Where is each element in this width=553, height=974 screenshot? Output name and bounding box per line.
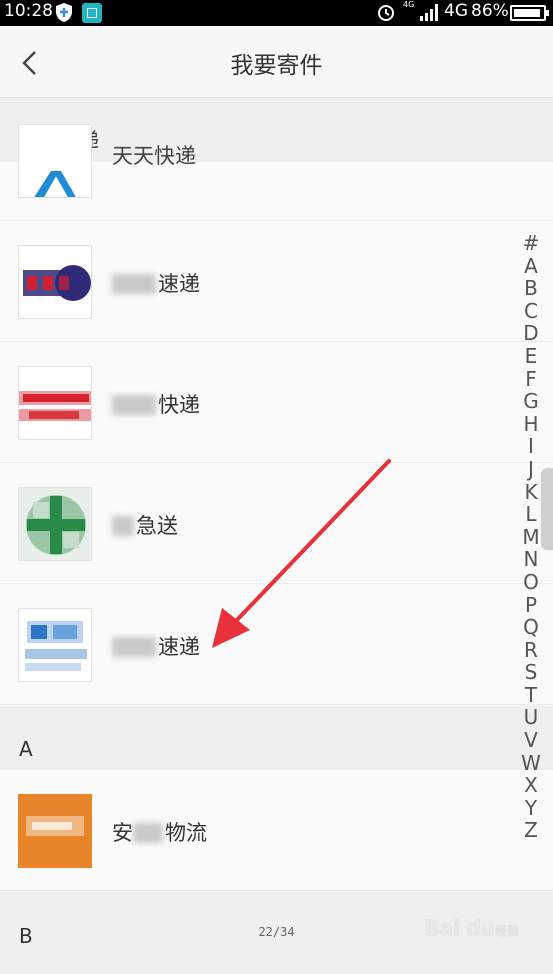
index-letter-o[interactable]: O bbox=[518, 571, 544, 594]
watermark-brand: Bai du bbox=[424, 916, 496, 940]
courier-name: 安 物流 bbox=[112, 817, 207, 847]
alarm-icon bbox=[378, 5, 394, 21]
index-letter-a[interactable]: A bbox=[518, 254, 544, 278]
signal-icon bbox=[420, 4, 438, 21]
ytd-logo bbox=[18, 245, 92, 319]
courier-name-text: 快递 bbox=[158, 393, 200, 417]
title-bar: 我要寄件 bbox=[0, 26, 553, 98]
index-letter-q[interactable]: Q bbox=[518, 616, 544, 639]
courier-name: 快递 bbox=[112, 389, 200, 419]
blurred-text bbox=[112, 516, 134, 536]
a-courier-list: 安 物流 bbox=[0, 770, 553, 892]
status-time: 10:28 bbox=[4, 1, 53, 21]
index-letter-t[interactable]: T bbox=[518, 684, 544, 707]
tiantian-logo bbox=[18, 124, 92, 198]
index-letter-z[interactable]: Z bbox=[518, 819, 544, 842]
index-letter-p[interactable]: P bbox=[518, 593, 544, 617]
courier-name: 速递 bbox=[112, 631, 200, 661]
yunda-logo bbox=[18, 366, 92, 440]
courier-name-prefix: 安 bbox=[112, 821, 133, 845]
courier-name: 天天快递 bbox=[112, 144, 196, 168]
hot-courier-list: 天天快递 速递 快递 急送 速递 bbox=[0, 124, 553, 706]
courier-row-tiantian[interactable]: 天天快递 bbox=[0, 100, 553, 221]
index-letter-i[interactable]: I bbox=[518, 435, 544, 458]
index-letter-b[interactable]: B bbox=[518, 277, 544, 300]
courier-name-text: 速递 bbox=[158, 635, 200, 659]
baidu-watermark: Bai du经验 bbox=[424, 916, 519, 940]
status-bar: 10:28 4G 4G 86% bbox=[0, 0, 553, 26]
index-letter-u[interactable]: U bbox=[518, 706, 544, 729]
index-letter-s[interactable]: S bbox=[518, 661, 544, 684]
battery-percent: 86% bbox=[471, 1, 509, 21]
orange-logo bbox=[18, 794, 92, 868]
courier-name: 速递 bbox=[112, 268, 200, 298]
watermark-suffix: 经验 bbox=[495, 924, 520, 938]
index-letter-g[interactable]: G bbox=[518, 390, 544, 413]
courier-name-text: 急送 bbox=[136, 514, 178, 538]
courier-row-ytd[interactable]: 速递 bbox=[0, 221, 553, 342]
index-letter-h[interactable]: H bbox=[518, 413, 544, 436]
green-cross-logo bbox=[18, 487, 92, 561]
index-letter-e[interactable]: E bbox=[518, 345, 544, 368]
courier-row-an[interactable]: 安 物流 bbox=[0, 770, 553, 891]
page-title: 我要寄件 bbox=[230, 53, 323, 79]
index-letter-y[interactable]: Y bbox=[518, 797, 544, 820]
network-label: 4G bbox=[444, 1, 468, 21]
battery-icon bbox=[510, 5, 549, 21]
index-letter-n[interactable]: N bbox=[518, 548, 544, 571]
edge-handle[interactable] bbox=[541, 468, 553, 550]
scan-icon bbox=[82, 3, 102, 23]
index-letter-x[interactable]: X bbox=[518, 774, 544, 797]
zjs-logo bbox=[18, 608, 92, 682]
courier-name: 急送 bbox=[112, 510, 178, 540]
courier-row-yunda[interactable]: 快递 bbox=[0, 342, 553, 463]
index-letter-f[interactable]: F bbox=[518, 367, 544, 391]
blurred-text bbox=[112, 637, 156, 657]
index-letter-c[interactable]: C bbox=[518, 300, 544, 323]
index-letter-r[interactable]: R bbox=[518, 639, 544, 662]
network-small-label: 4G bbox=[403, 0, 415, 9]
blurred-text bbox=[112, 395, 156, 415]
index-letter-w[interactable]: W bbox=[518, 752, 544, 775]
blurred-text bbox=[133, 823, 163, 843]
section-header-a: A bbox=[0, 706, 553, 770]
courier-name-suffix: 物流 bbox=[165, 821, 207, 845]
courier-row-zjs[interactable]: 速递 bbox=[0, 584, 553, 705]
index-letter-hash[interactable]: # bbox=[518, 232, 544, 255]
courier-row-green[interactable]: 急送 bbox=[0, 463, 553, 584]
courier-name-text: 速递 bbox=[158, 272, 200, 296]
index-letter-d[interactable]: D bbox=[518, 322, 544, 345]
blurred-text bbox=[112, 274, 156, 294]
shield-icon bbox=[56, 3, 72, 22]
index-letter-v[interactable]: V bbox=[518, 729, 544, 752]
